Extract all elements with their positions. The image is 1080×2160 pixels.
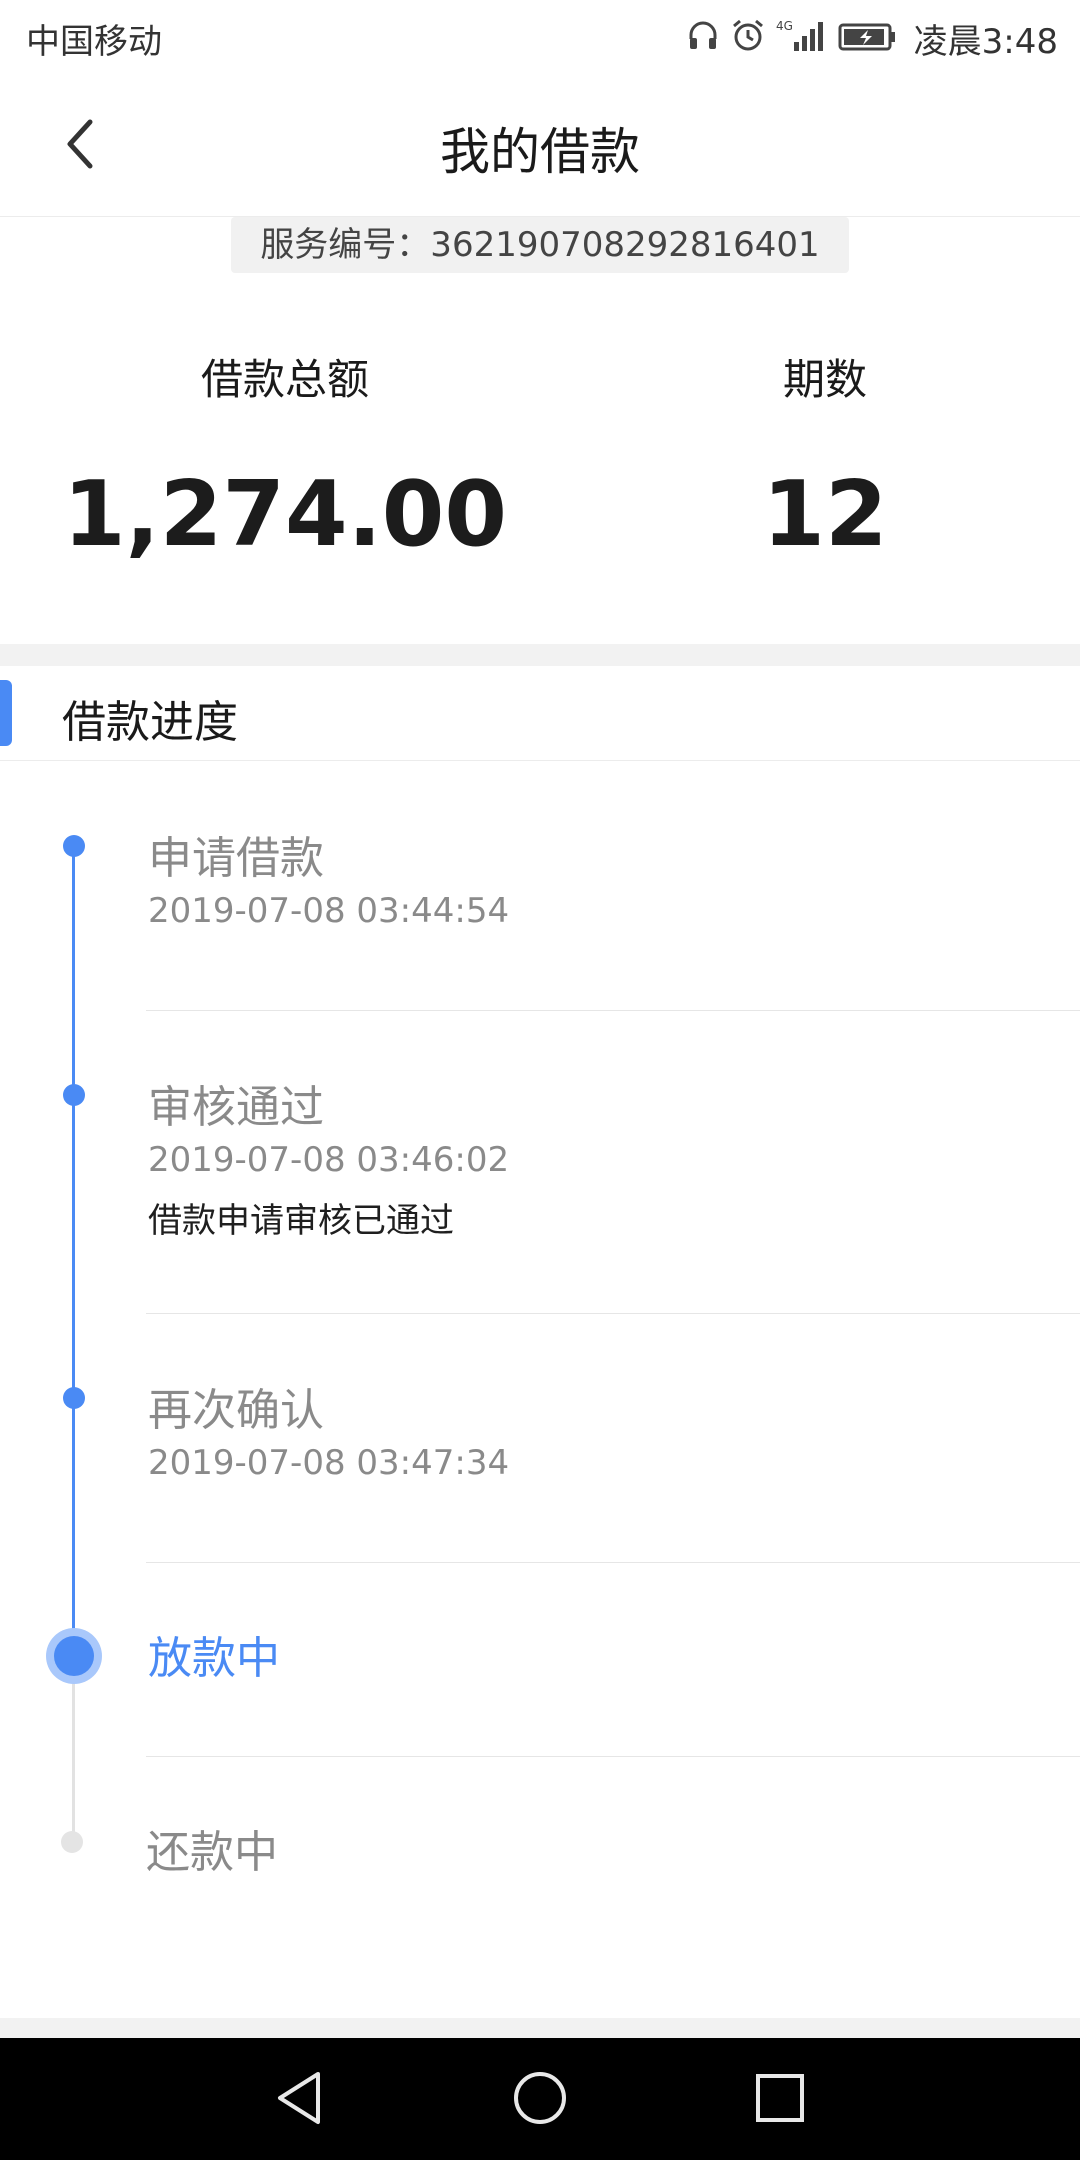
clock: 凌晨3:48 bbox=[913, 21, 1058, 62]
progress-header: 借款进度 bbox=[0, 666, 1080, 761]
step-time: 2019-07-08 03:44:54 bbox=[148, 891, 510, 931]
recents-square-icon bbox=[752, 2070, 808, 2130]
step-divider bbox=[146, 1010, 1080, 1011]
step-title-pending: 还款中 bbox=[146, 1827, 278, 1878]
home-circle-icon bbox=[510, 2068, 570, 2132]
bottom-divider bbox=[0, 2018, 1080, 2038]
step-time: 2019-07-08 03:47:34 bbox=[148, 1443, 510, 1483]
system-back-button[interactable] bbox=[262, 2062, 338, 2138]
timeline-dot-done bbox=[63, 1387, 85, 1409]
loan-total-label: 借款总额 bbox=[200, 355, 369, 404]
step-divider bbox=[146, 1756, 1080, 1757]
step-divider bbox=[146, 1562, 1080, 1563]
back-triangle-icon bbox=[272, 2068, 328, 2132]
timeline-line-complete bbox=[72, 846, 75, 1656]
system-navigation-bar bbox=[0, 2038, 1080, 2160]
step-title: 再次确认 bbox=[148, 1385, 324, 1436]
step-time: 2019-07-08 03:46:02 bbox=[148, 1140, 510, 1180]
page-title: 我的借款 bbox=[440, 123, 640, 181]
step-title: 申请借款 bbox=[148, 833, 324, 884]
carrier-name: 中国移动 bbox=[26, 22, 162, 62]
system-recents-button[interactable] bbox=[742, 2062, 818, 2138]
section-divider bbox=[0, 644, 1080, 666]
periods-label: 期数 bbox=[782, 355, 867, 404]
step-title-current: 放款中 bbox=[148, 1633, 280, 1684]
progress-title: 借款进度 bbox=[62, 697, 238, 748]
timeline-dot-current bbox=[46, 1628, 102, 1684]
signal-icon: 4G bbox=[776, 18, 828, 58]
service-number: 服务编号：362190708292816401 bbox=[231, 217, 849, 273]
step-note: 借款申请审核已通过 bbox=[148, 1201, 454, 1241]
battery-charging-icon bbox=[838, 18, 898, 58]
system-home-button[interactable] bbox=[502, 2062, 578, 2138]
timeline-dot-done bbox=[63, 1084, 85, 1106]
step-divider bbox=[146, 1313, 1080, 1314]
status-bar: 中国移动 4G 凌晨3:48 bbox=[0, 0, 1080, 76]
step-title: 审核通过 bbox=[148, 1082, 324, 1133]
loan-total-value: 1,274.00 bbox=[62, 462, 508, 567]
timeline-dot-done bbox=[63, 835, 85, 857]
periods-value: 12 bbox=[762, 462, 888, 567]
app-header: 我的借款 bbox=[0, 76, 1080, 217]
status-icons: 4G 凌晨3:48 bbox=[686, 12, 1058, 64]
network-type-label: 4G bbox=[776, 19, 793, 33]
alarm-icon bbox=[730, 18, 766, 58]
section-accent-bar bbox=[0, 680, 12, 746]
timeline-dot-pending bbox=[61, 1831, 83, 1853]
headset-icon bbox=[686, 19, 720, 57]
